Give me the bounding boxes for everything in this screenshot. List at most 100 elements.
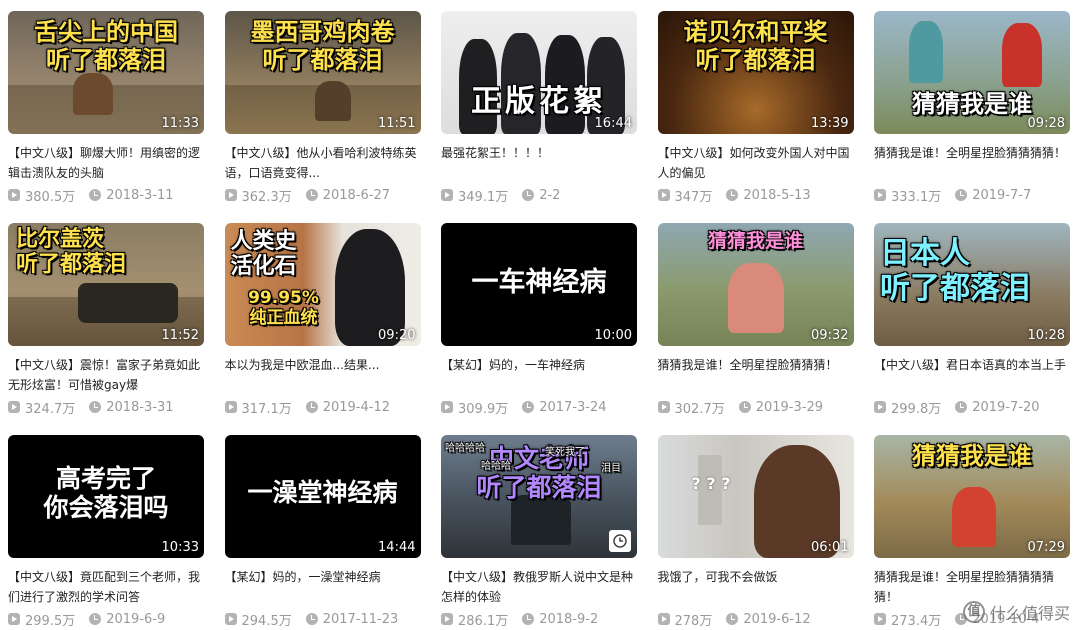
video-card[interactable]: 人类史 活化石 99.95% 纯正血统 09:20 本以为我是中欧混血...结果… [224,223,421,425]
upload-date: 2019-7-20 [972,399,1040,415]
clock-icon [305,189,318,201]
clock-icon [89,401,102,413]
video-card[interactable]: 一车神经病 10:00 【某幻】妈的，一车神经病 309.9万 2017-3-2… [441,223,637,425]
video-thumbnail[interactable]: 舌尖上的中国 听了都落泪 11:33 [8,11,204,134]
video-thumbnail[interactable]: 猜猜我是谁 09:32 [657,223,854,346]
video-card[interactable]: 比尔盖茨 听了都落泪 11:52 【中文八级】震惊！富家子弟竟如此无形炫富！可惜… [8,223,204,425]
play-count-icon [8,613,20,625]
video-duration: 07:29 [1027,540,1065,555]
video-duration: 09:32 [811,328,849,343]
play-count-icon [441,189,453,201]
thumbnail-title: ? ? ? [691,474,731,493]
video-thumbnail[interactable]: 中文老师 听了都落泪 哈哈哈哈 哈哈哈 笑死我了 泪目 [441,435,637,558]
thumbnail-title: 高考完了 你会落泪吗 [43,464,169,522]
video-card[interactable]: 诺贝尔和平奖 听了都落泪 13:39 【中文八级】如何改变外国人对中国人的偏见 … [657,11,854,213]
video-card[interactable]: 高考完了 你会落泪吗 10:33 【中文八级】竟匹配到三个老师，我们进行了激烈的… [8,435,204,630]
video-card[interactable]: 舌尖上的中国 听了都落泪 11:33 【中文八级】聊爆大师！用缜密的逻辑击溃队友… [8,11,204,213]
view-count: 347万 [674,189,713,205]
play-count-icon [441,401,453,413]
thumbnail-figure [73,73,113,115]
video-meta: 333.1万 2019-7-7 [874,186,1070,205]
video-thumbnail[interactable]: 猜猜我是谁 07:29 [874,435,1070,558]
thumbnail-buggy [78,283,178,323]
video-title[interactable]: 【某幻】妈的，一澡堂神经病 [225,567,421,607]
view-count: 309.9万 [458,401,509,417]
overlay-comment: 笑死我了 [545,447,585,458]
video-duration: 10:00 [594,328,632,343]
video-card[interactable]: 猜猜我是谁 09:28 猜猜我是谁！全明星捏脸猜猜猜猜！ 333.1万 2019… [874,11,1070,213]
overlay-comment: 哈哈哈哈 [445,443,485,454]
video-thumbnail[interactable]: 正版花絮 16:44 [441,11,637,134]
video-thumbnail[interactable]: 猜猜我是谁 09:28 [874,11,1070,134]
video-card[interactable]: ? ? ? 06:01 我饿了，可我不会做饭 278万 2019-6-12 [657,435,854,630]
view-count: 294.5万 [241,613,292,629]
clock-icon [522,613,535,625]
video-title[interactable]: 【中文八级】教俄罗斯人说中文是种怎样的体验 [441,567,637,607]
video-card[interactable]: 日本人 听了都落泪 10:28 【中文八级】君日本语真的本当上手 299.8万 … [874,223,1070,425]
watermark-text: 什么值得买 [989,604,1070,623]
video-thumbnail[interactable]: 一车神经病 10:00 [441,223,637,346]
video-title[interactable]: 猜猜我是谁！全明星捏脸猜猜猜猜！ [874,143,1070,183]
video-thumbnail[interactable]: 诺贝尔和平奖 听了都落泪 13:39 [657,11,854,134]
video-duration: 13:39 [811,116,849,131]
thumbnail-title: 诺贝尔和平奖 听了都落泪 [683,18,828,74]
clock-icon [522,401,535,413]
video-title[interactable]: 【中文八级】聊爆大师！用缜密的逻辑击溃队友的头脑 [8,143,204,183]
video-meta: 309.9万 2017-3-24 [441,398,637,417]
thumbnail-title: 一车神经病 [471,267,607,298]
view-count: 317.1万 [241,401,292,417]
video-title[interactable]: 【中文八级】震惊！富家子弟竟如此无形炫富！可惜被gay爆 [8,355,204,395]
view-count: 286.1万 [458,613,509,629]
video-card[interactable]: 正版花絮 16:44 最强花絮王！！！！ 349.1万 2-2 [441,11,637,213]
video-card[interactable]: 中文老师 听了都落泪 哈哈哈哈 哈哈哈 笑死我了 泪目 【中文八级】教俄罗斯人说… [441,435,637,630]
view-count: 349.1万 [458,189,509,205]
view-count: 380.5万 [25,189,76,205]
video-card[interactable]: 一澡堂神经病 14:44 【某幻】妈的，一澡堂神经病 294.5万 2017-1… [224,435,421,630]
video-card[interactable]: 墨西哥鸡肉卷 听了都落泪 11:51 【中文八级】他从小看哈利波特练英语，口语竟… [224,11,421,213]
upload-date: 2018-6-27 [322,187,390,203]
video-thumbnail[interactable]: 人类史 活化石 99.95% 纯正血统 09:20 [224,223,421,346]
video-thumbnail[interactable]: 高考完了 你会落泪吗 10:33 [8,435,204,558]
video-title[interactable]: 【中文八级】如何改变外国人对中国人的偏见 [658,143,854,183]
video-thumbnail[interactable]: ? ? ? 06:01 [657,435,854,558]
video-duration: 16:44 [594,116,632,131]
upload-date: 2-2 [539,187,561,203]
upload-date: 2018-5-13 [743,187,811,203]
play-count-icon [8,189,20,201]
video-meta: 347万 2018-5-13 [657,186,854,205]
video-title[interactable]: 猜猜我是谁！全明星捏脸猜猜猜！ [658,355,854,395]
view-count: 362.3万 [241,189,292,205]
play-count-icon [657,189,670,201]
upload-date: 2018-9-2 [539,611,599,627]
upload-date: 2019-6-12 [743,611,811,627]
video-thumbnail[interactable]: 墨西哥鸡肉卷 听了都落泪 11:51 [224,11,421,134]
thumbnail-character [727,263,784,333]
video-title[interactable]: 本以为我是中欧混血...结果... [225,355,421,395]
thumbnail-ship [511,495,571,545]
video-meta: 380.5万 2018-3-11 [8,186,204,205]
video-title[interactable]: 【中文八级】他从小看哈利波特练英语，口语竟变得... [225,143,421,183]
video-title[interactable]: 【中文八级】君日本语真的本当上手 [874,355,1070,395]
video-title[interactable]: 【中文八级】竟匹配到三个老师，我们进行了激烈的学术问答 [8,567,204,607]
thumbnail-subtitle: 99.95% 纯正血统 [248,288,319,328]
video-title[interactable]: 我饿了，可我不会做饭 [658,567,854,607]
view-count: 299.5万 [25,613,76,629]
thumbnail-title: 猜猜我是谁 [912,442,1032,470]
thumbnail-title: 日本人 听了都落泪 [880,236,1030,306]
video-title[interactable]: 【某幻】妈的，一车神经病 [441,355,637,395]
thumbnail-title: 猜猜我是谁 [707,230,803,252]
video-duration: 10:28 [1027,328,1065,343]
video-thumbnail[interactable]: 一澡堂神经病 14:44 [224,435,421,558]
thumbnail-title: 舌尖上的中国 听了都落泪 [34,18,178,74]
thumbnail-character [952,487,996,547]
thumbnail-title: 墨西哥鸡肉卷 听了都落泪 [250,18,395,74]
video-thumbnail[interactable]: 日本人 听了都落泪 10:28 [874,223,1070,346]
view-count: 302.7万 [674,401,725,417]
view-count: 278万 [674,613,713,629]
watch-later-icon[interactable] [609,530,631,552]
video-card[interactable]: 猜猜我是谁 09:32 猜猜我是谁！全明星捏脸猜猜猜！ 302.7万 2019-… [657,223,854,425]
upload-date: 2018-3-31 [106,399,174,415]
video-meta: 278万 2019-6-12 [657,610,854,629]
video-thumbnail[interactable]: 比尔盖茨 听了都落泪 11:52 [8,223,204,346]
video-title[interactable]: 最强花絮王！！！！ [441,143,637,183]
